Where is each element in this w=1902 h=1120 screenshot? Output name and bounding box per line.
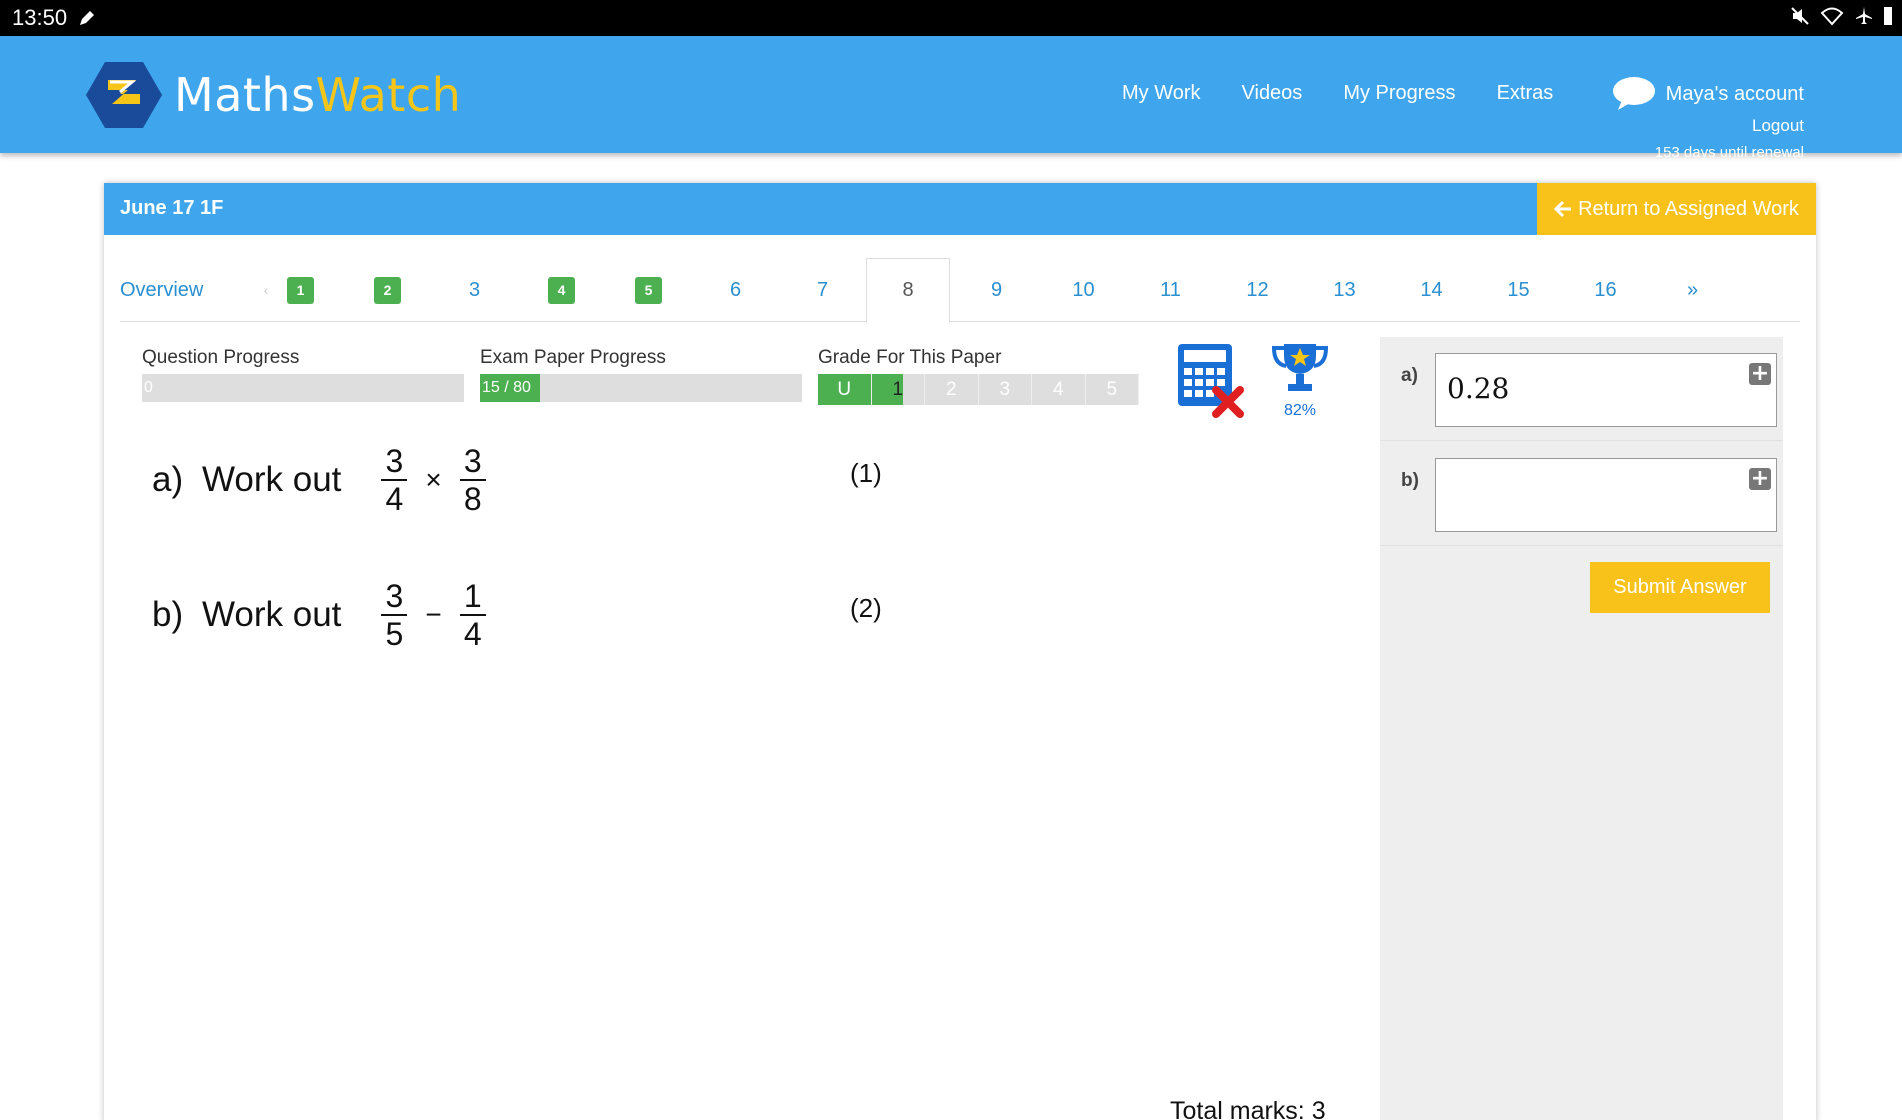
exam-card: June 17 1F Return to Assigned Work Overv… [104,183,1816,1120]
arrow-left-icon [1554,200,1572,218]
question-b-marks: (2) [850,593,882,623]
question-a-text: Work out [202,460,342,499]
nav-my-progress[interactable]: My Progress [1343,82,1455,105]
tab-overview[interactable]: Overview [120,258,240,322]
logout-link[interactable]: Logout [1612,116,1804,136]
tab-11[interactable]: 11 [1127,258,1214,322]
chat-bubble-icon[interactable] [1612,76,1656,112]
tab-16[interactable]: 16 [1562,258,1649,322]
tab-6[interactable]: 6 [692,258,779,322]
mathswatch-logo-icon [86,62,162,128]
tab-5[interactable]: 5 [605,258,692,322]
grade-3: 3 [978,374,1032,405]
question-a: a) Work out 34 × 38 [152,444,486,516]
tab-13[interactable]: 13 [1301,258,1388,322]
tab-12[interactable]: 12 [1214,258,1301,322]
answer-b-input[interactable] [1435,458,1777,532]
answer-b-label: b) [1401,470,1419,491]
tab-1[interactable]: 1 [257,258,344,322]
calculator-not-allowed-icon [1178,344,1244,418]
tab-next[interactable]: » [1649,258,1736,322]
fraction-a2: 38 [459,444,486,516]
question-progress-value: 0 [144,379,153,396]
operator-multiply: × [425,464,442,495]
return-to-assigned-work-button[interactable]: Return to Assigned Work [1537,183,1816,235]
exam-progress-label: Exam Paper Progress [480,347,666,368]
renewal-text: 153 days until renewal [1654,144,1804,161]
question-b-text: Work out [202,595,342,634]
grade-u: U [818,374,872,405]
answer-panel: a) 0.28 + b) + Submit Answer [1380,337,1783,1120]
logo-text: MathsWatch [174,68,462,122]
fraction-b1: 35 [381,579,408,651]
answer-a-input[interactable]: 0.28 [1435,353,1777,427]
tab-7[interactable]: 7 [779,258,866,322]
status-time: 13:50 [12,5,68,30]
submit-answer-button[interactable]: Submit Answer [1590,562,1770,613]
question-a-marks: (1) [850,458,882,488]
card-header: June 17 1F Return to Assigned Work [104,183,1816,235]
tab-9[interactable]: 9 [953,258,1040,322]
mathswatch-logo[interactable]: MathsWatch [86,60,461,130]
grade-label: Grade For This Paper [818,347,1002,368]
question-a-letter: a) [152,460,184,499]
trophy-percent: 82% [1283,402,1317,419]
site-header: MathsWatch My Work Videos My Progress Ex… [0,36,1902,161]
battery-icon [1884,7,1892,25]
answer-row-a: a) 0.28 + [1380,337,1783,441]
nav-my-work[interactable]: My Work [1122,82,1201,105]
tab-3[interactable]: 3 [431,258,518,322]
trophy-icon [1271,344,1329,391]
question-progress-label: Question Progress [142,347,300,368]
total-marks: Total marks: 3 [1170,1097,1326,1120]
nav-extras[interactable]: Extras [1497,82,1554,105]
tab-4[interactable]: 4 [518,258,605,322]
grade-5: 5 [1085,374,1139,405]
main-nav: My Work Videos My Progress Extras [1122,82,1594,105]
exam-progress-value: 15 / 80 [482,379,531,396]
wifi-icon [1820,7,1844,26]
answer-row-b: b) + [1380,442,1783,546]
grade-4: 4 [1032,374,1086,405]
nav-videos[interactable]: Videos [1242,82,1303,105]
tab-14[interactable]: 14 [1388,258,1475,322]
mute-icon [1791,7,1809,25]
answer-a-expand-icon[interactable]: + [1749,363,1771,385]
fraction-a1: 34 [381,444,408,516]
grade-2: 2 [925,374,979,405]
airplane-icon [1856,7,1872,24]
tab-8[interactable]: 8 [866,258,950,323]
tab-10[interactable]: 10 [1040,258,1127,322]
question-b-letter: b) [152,595,184,634]
account-name[interactable]: Maya's account [1666,83,1804,106]
tab-15[interactable]: 15 [1475,258,1562,322]
fraction-b2: 14 [459,579,486,651]
grade-scale: U 1 2 3 4 5 [818,374,1139,405]
grade-1: 1 [871,374,925,405]
exam-progress-bar: 15 / 80 [480,374,802,402]
account-area: Maya's account Logout 153 days until ren… [1612,76,1804,161]
question-progress-bar: 0 [142,374,464,402]
tab-2[interactable]: 2 [344,258,431,322]
paper-title: June 17 1F [120,197,224,219]
answer-a-label: a) [1401,365,1418,386]
question-tabs: Overview ‹ 1 2 3 4 5 6 7 8 9 10 11 12 13… [120,258,1800,323]
operator-minus: − [425,599,442,630]
question-b: b) Work out 35 − 14 [152,579,486,651]
answer-b-expand-icon[interactable]: + [1749,468,1771,490]
status-bar: 13:50 [0,0,1902,36]
pencil-icon [80,11,95,25]
